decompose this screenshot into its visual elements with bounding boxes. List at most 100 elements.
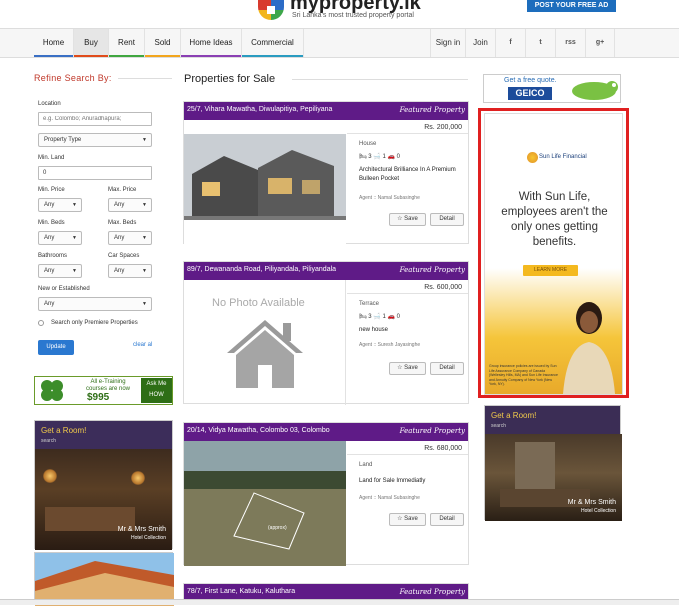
learn-more-button[interactable]: LEARN MORE xyxy=(523,265,578,276)
min-beds-select[interactable]: Any ▼ xyxy=(38,231,82,245)
hotel-ad-sub: search xyxy=(41,438,57,444)
hotel-ad[interactable]: Get a Room! search Mr & Mrs Smith Hotel C… xyxy=(34,420,173,550)
listing-address[interactable]: 89/7, Dewananda Road, Piliyandala, Piliy… xyxy=(187,266,336,273)
hotel-ad-title: Get a Room! xyxy=(491,411,537,420)
window-shape xyxy=(515,442,555,492)
detail-button[interactable]: Detail xyxy=(430,362,464,375)
listing-address[interactable]: 25/7, Vihara Mawatha, Diwulapitiya, Pepi… xyxy=(187,106,332,113)
post-free-ad-button[interactable]: POST YOUR FREE AD xyxy=(527,0,616,12)
max-price-select[interactable]: Any ▼ xyxy=(108,198,152,212)
listing-photo[interactable]: (approx) xyxy=(184,441,346,566)
facebook-icon[interactable]: f xyxy=(495,29,525,57)
listing-photo[interactable] xyxy=(184,120,346,245)
property-type-select[interactable]: Property Type ▼ xyxy=(38,133,152,147)
min-beds-label: Min. Beds xyxy=(38,220,65,226)
geico-ad[interactable]: Get a free quote. GEICO xyxy=(483,74,621,103)
logo-tagline: Sri Lanka's most trusted property portal xyxy=(292,12,414,19)
save-button[interactable]: ☆ Save xyxy=(389,213,426,226)
bath-icon: 🛁 xyxy=(373,314,381,320)
baths-count: 1 xyxy=(382,314,386,320)
new-or-established-select[interactable]: Any ▼ xyxy=(38,297,152,311)
hotel-ad-header: Get a Room! search xyxy=(35,421,172,449)
chevron-down-icon: ▼ xyxy=(72,202,77,208)
detail-button[interactable]: Detail xyxy=(430,513,464,526)
listing-address[interactable]: 78/7, First Lane, Katuku, Kaluthara xyxy=(187,588,295,595)
sunlife-ad[interactable]: Sun Life Financial With Sun Life, employ… xyxy=(484,113,623,395)
etraining-ad[interactable]: All e-Training courses are now $995 Ask M… xyxy=(34,376,173,405)
detail-button[interactable]: Detail xyxy=(430,213,464,226)
save-button[interactable]: ☆ Save xyxy=(389,362,426,375)
cars-count: 0 xyxy=(396,154,400,160)
hotel-ad-sub: search xyxy=(491,423,507,429)
divider xyxy=(118,78,172,79)
nav-rent[interactable]: Rent xyxy=(109,29,145,57)
listing-address[interactable]: 20/14, Vidya Mawatha, Colombo 03, Colomb… xyxy=(187,427,330,434)
listing-card[interactable]: 89/7, Dewananda Road, Piliyandala, Piliy… xyxy=(183,261,469,405)
listing-card[interactable]: 25/7, Vihara Mawatha, Diwulapitiya, Pepi… xyxy=(183,101,469,245)
bottom-ad[interactable] xyxy=(34,552,174,606)
location-input[interactable] xyxy=(38,112,152,126)
etraining-price: $995 xyxy=(87,392,110,403)
site-header: myproperty.lkTM Sri Lanka's most trusted… xyxy=(0,0,679,28)
cars-count: 0 xyxy=(396,314,400,320)
hotel-image: Mr & Mrs Smith Hotel Collection xyxy=(35,449,172,550)
max-price-label: Max. Price xyxy=(108,187,137,193)
save-button[interactable]: ☆ Save xyxy=(389,513,426,526)
hotel-brand-sub: Hotel Collection xyxy=(130,535,166,541)
bed-icon: 🛏 xyxy=(359,314,367,320)
twitter-icon[interactable]: t xyxy=(525,29,555,57)
nav-buy[interactable]: Buy xyxy=(74,29,109,57)
listing-card[interactable]: 20/14, Vidya Mawatha, Colombo 03, Colomb… xyxy=(183,422,469,566)
logo-icon[interactable] xyxy=(258,0,284,20)
listing-price: Rs. 600,000 xyxy=(424,284,462,291)
beds-count: 3 xyxy=(368,314,372,320)
property-type: Land xyxy=(359,462,373,468)
car-spaces-select[interactable]: Any ▼ xyxy=(108,264,152,278)
update-button[interactable]: Update xyxy=(38,340,74,355)
nav-commercial[interactable]: Commercial xyxy=(242,29,304,57)
chevron-down-icon: ▼ xyxy=(142,301,147,307)
sunlife-brand: Sun Life Financial xyxy=(539,154,587,160)
horizontal-scrollbar[interactable] xyxy=(0,599,679,605)
premiere-radio[interactable] xyxy=(38,320,44,326)
etraining-cta[interactable]: Ask Me HOW xyxy=(141,378,172,403)
nav-home[interactable]: Home xyxy=(34,29,74,57)
featured-label: Featured Property xyxy=(399,266,465,274)
join-link[interactable]: Join xyxy=(465,29,495,57)
main-nav: Home Buy Rent Sold Home Ideas Commercial… xyxy=(0,28,679,58)
min-land-label: Min. Land xyxy=(38,155,65,161)
max-beds-select[interactable]: Any ▼ xyxy=(108,231,152,245)
geico-logo: GEICO xyxy=(508,87,552,100)
sun-logo-icon xyxy=(527,152,538,163)
hotel-ad-title: Get a Room! xyxy=(41,426,87,435)
listing-photo[interactable]: No Photo Available xyxy=(184,280,346,405)
listing-header: 89/7, Dewananda Road, Piliyandala, Piliy… xyxy=(184,262,468,280)
lamp-icon xyxy=(131,471,145,485)
map-approx-label: (approx) xyxy=(268,525,287,531)
bath-icon: 🛁 xyxy=(373,154,381,160)
min-price-select[interactable]: Any ▼ xyxy=(38,198,82,212)
clear-all-link[interactable]: clear al xyxy=(133,342,152,348)
min-land-input[interactable]: 0 xyxy=(38,166,152,180)
clover-icon xyxy=(41,380,63,401)
chevron-down-icon: ▼ xyxy=(142,268,147,274)
hotel-ad-right[interactable]: Get a Room! search Mr & Mrs Smith Hotel C… xyxy=(484,405,622,521)
nav-home-ideas[interactable]: Home Ideas xyxy=(181,29,242,57)
car-spaces-label: Car Spaces xyxy=(108,253,140,259)
sunlife-headline: With Sun Life, employees aren't the only… xyxy=(501,191,608,248)
nav-sold[interactable]: Sold xyxy=(145,29,181,57)
rss-icon[interactable]: rss xyxy=(555,29,585,57)
hotel-image: Mr & Mrs Smith Hotel Collection xyxy=(485,434,622,521)
bathrooms-select[interactable]: Any ▼ xyxy=(38,264,82,278)
hotel-brand-sub: Hotel Collection xyxy=(580,508,616,514)
google-plus-icon[interactable]: g+ xyxy=(585,29,615,57)
location-label: Location xyxy=(38,101,61,107)
min-price-label: Min. Price xyxy=(38,187,65,193)
listing-price: Rs. 200,000 xyxy=(424,124,462,131)
bed-icon: 🛏 xyxy=(359,154,367,160)
baths-count: 1 xyxy=(382,154,386,160)
refine-search-title: Refine Search By: xyxy=(34,73,112,83)
listing-price: Rs. 680,000 xyxy=(424,445,462,452)
gecko-icon xyxy=(572,81,618,100)
sign-in-link[interactable]: Sign in xyxy=(430,29,465,57)
